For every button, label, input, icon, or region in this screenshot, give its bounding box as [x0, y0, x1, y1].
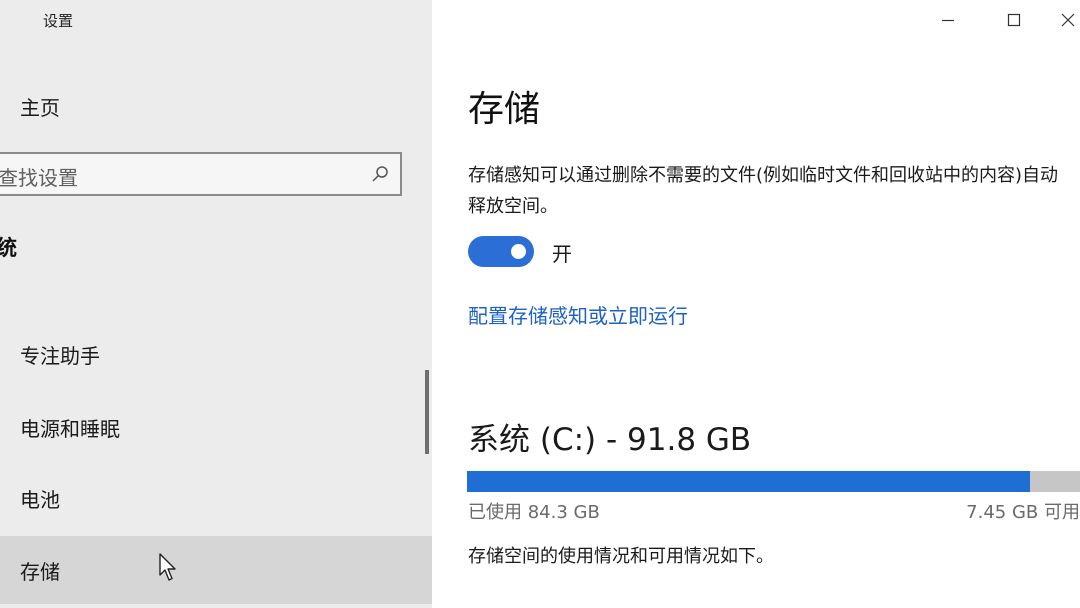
sidebar-item-label: 电池 — [20, 487, 60, 512]
maximize-icon[interactable] — [994, 2, 1034, 38]
drive-title: 系统 (C:) - 91.8 GB — [468, 422, 752, 458]
search-icon[interactable] — [370, 164, 390, 184]
usage-note: 存储空间的使用情况和可用情况如下。 — [468, 546, 774, 567]
sidebar-item-battery[interactable]: 电池 — [0, 464, 432, 532]
sidebar-item-focus-assist[interactable]: 专注助手 — [0, 320, 432, 388]
app-title: 设置 — [43, 12, 74, 30]
storage-sense-toggle[interactable] — [468, 236, 534, 267]
sidebar-scrollbar[interactable] — [425, 370, 429, 454]
storage-usage-bar — [467, 471, 1080, 492]
sidebar: 设置 主页 查找设置 统 专注助手 电源和睡眠 电池 存储 — [0, 0, 432, 608]
section-header: 统 — [0, 236, 17, 260]
toggle-knob — [511, 244, 526, 259]
nav-home[interactable]: 主页 — [20, 92, 60, 121]
used-space-label: 已使用 84.3 GB — [468, 502, 600, 523]
sidebar-item-power-sleep[interactable]: 电源和睡眠 — [0, 393, 432, 461]
free-space-label: 7.45 GB 可用 — [966, 502, 1080, 523]
search-input[interactable]: 查找设置 — [0, 152, 402, 196]
storage-sense-description: 存储感知可以通过删除不需要的文件(例如临时文件和回收站中的内容)自动释放空间。 — [468, 165, 1059, 217]
minimize-icon[interactable] — [928, 2, 968, 38]
sidebar-item-label: 专注助手 — [20, 343, 100, 368]
page-title: 存储 — [468, 89, 541, 130]
close-icon[interactable] — [1048, 2, 1080, 38]
storage-usage-fill — [467, 471, 1030, 492]
sidebar-item-label: 电源和睡眠 — [20, 416, 120, 441]
toggle-state-label: 开 — [552, 242, 572, 266]
configure-storage-sense-link[interactable]: 配置存储感知或立即运行 — [468, 300, 688, 329]
search-placeholder: 查找设置 — [0, 166, 78, 190]
mouse-cursor-icon — [159, 553, 176, 581]
sidebar-item-label: 存储 — [20, 559, 60, 584]
sidebar-item-storage[interactable]: 存储 — [0, 536, 432, 604]
